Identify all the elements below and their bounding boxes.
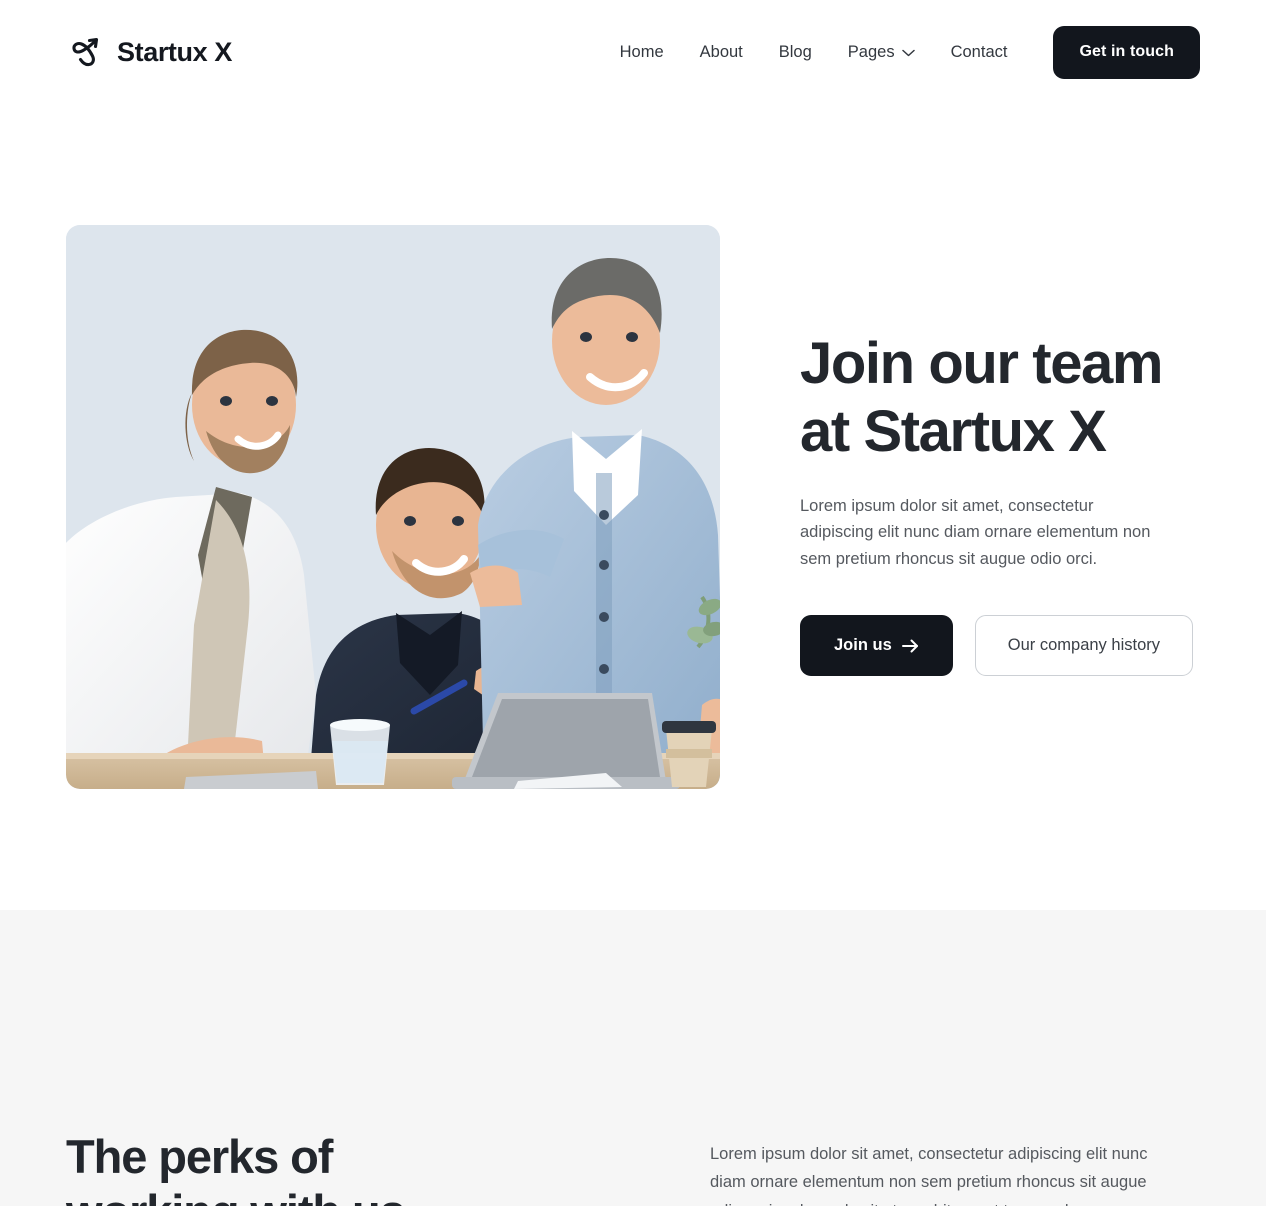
hero-paragraph: Lorem ipsum dolor sit amet, consectetur … bbox=[800, 496, 1151, 569]
hero-actions: Join us Our company history bbox=[800, 615, 1193, 677]
nav-item-label: Contact bbox=[950, 42, 1008, 61]
nav-item-label: About bbox=[699, 42, 743, 61]
arrow-right-icon bbox=[901, 639, 918, 653]
perks-title-line-2: working with us bbox=[66, 1185, 406, 1206]
chevron-down-icon bbox=[901, 49, 915, 57]
brand-logo-link[interactable]: Startux X bbox=[66, 32, 232, 72]
hero-section: Join our team at Startux X Lorem ipsum d… bbox=[0, 104, 1266, 910]
perks-title: The perks of working with us bbox=[66, 1130, 666, 1206]
nav-item-label: Blog bbox=[778, 42, 812, 61]
brand-name: Startux X bbox=[117, 36, 232, 67]
perks-inner: The perks of working with us Lorem ipsum… bbox=[0, 1130, 1266, 1206]
nav-item-label: Pages bbox=[847, 42, 895, 61]
team-photo bbox=[66, 225, 720, 789]
perks-title-line-1: The perks of bbox=[66, 1130, 333, 1183]
nav-item-contact[interactable]: Contact bbox=[933, 35, 1026, 70]
swoosh-arrow-icon bbox=[72, 37, 99, 67]
nav-item-about[interactable]: About bbox=[682, 35, 761, 70]
perks-section: The perks of working with us Lorem ipsum… bbox=[0, 910, 1266, 1206]
nav-item-home[interactable]: Home bbox=[602, 35, 682, 70]
main-navigation: Home About Blog Pages Contact Get in tou… bbox=[602, 25, 1200, 79]
site-header: Startux X Home About Blog Pages Contact bbox=[0, 0, 1266, 104]
hero-title: Join our team at Startux X bbox=[800, 330, 1193, 466]
join-us-button-label: Join us bbox=[834, 636, 892, 655]
nav-item-blog[interactable]: Blog bbox=[761, 35, 830, 70]
nav-item-pages[interactable]: Pages bbox=[830, 35, 933, 70]
our-company-history-button[interactable]: Our company history bbox=[974, 615, 1193, 677]
hero-title-line-2: at Startux X bbox=[800, 398, 1107, 464]
join-us-button[interactable]: Join us bbox=[800, 615, 953, 677]
nav-item-label: Home bbox=[619, 42, 664, 61]
get-in-touch-button[interactable]: Get in touch bbox=[1053, 25, 1200, 79]
hero-title-line-1: Join our team bbox=[800, 330, 1163, 396]
page-root: Startux X Home About Blog Pages Contact bbox=[0, 0, 1266, 1206]
hero-copy: Join our team at Startux X Lorem ipsum d… bbox=[720, 330, 1209, 677]
perks-paragraph: Lorem ipsum dolor sit amet, consectetur … bbox=[710, 1145, 1148, 1206]
hero-image bbox=[66, 225, 720, 789]
